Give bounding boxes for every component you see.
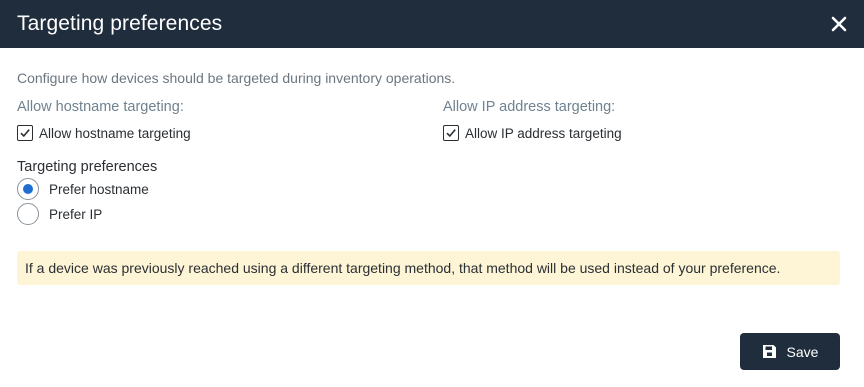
hostname-checkbox-row[interactable]: Allow hostname targeting xyxy=(17,125,191,141)
prefer-hostname-radio-row[interactable]: Prefer hostname xyxy=(17,178,149,200)
dialog-title: Targeting preferences xyxy=(17,12,223,35)
close-button[interactable] xyxy=(828,13,850,35)
ip-section-label: Allow IP address targeting: xyxy=(443,99,616,115)
ip-checkbox-row[interactable]: Allow IP address targeting xyxy=(443,125,622,141)
ip-checkbox[interactable] xyxy=(443,125,459,141)
ip-checkbox-label: Allow IP address targeting xyxy=(465,125,622,141)
prefer-hostname-label: Prefer hostname xyxy=(49,181,149,197)
info-notice: If a device was previously reached using… xyxy=(17,251,840,285)
prefer-ip-label: Prefer IP xyxy=(49,206,103,222)
hostname-checkbox-label: Allow hostname targeting xyxy=(39,125,191,141)
close-icon xyxy=(831,16,847,32)
check-icon xyxy=(446,129,456,138)
radio-selected-dot xyxy=(23,184,33,194)
notice-text: If a device was previously reached using… xyxy=(25,260,781,276)
prefer-ip-radio[interactable] xyxy=(17,203,39,225)
save-icon xyxy=(762,344,777,359)
hostname-section-label: Allow hostname targeting: xyxy=(17,99,184,115)
save-button-label: Save xyxy=(786,343,819,360)
hostname-checkbox[interactable] xyxy=(17,125,33,141)
prefer-ip-radio-row[interactable]: Prefer IP xyxy=(17,203,102,225)
save-button[interactable]: Save xyxy=(740,333,840,370)
targeting-preferences-label: Targeting preferences xyxy=(17,159,158,175)
check-icon xyxy=(20,129,30,138)
prefer-hostname-radio[interactable] xyxy=(17,178,39,200)
dialog-description: Configure how devices should be targeted… xyxy=(17,70,456,86)
dialog-header: Targeting preferences xyxy=(0,0,864,48)
